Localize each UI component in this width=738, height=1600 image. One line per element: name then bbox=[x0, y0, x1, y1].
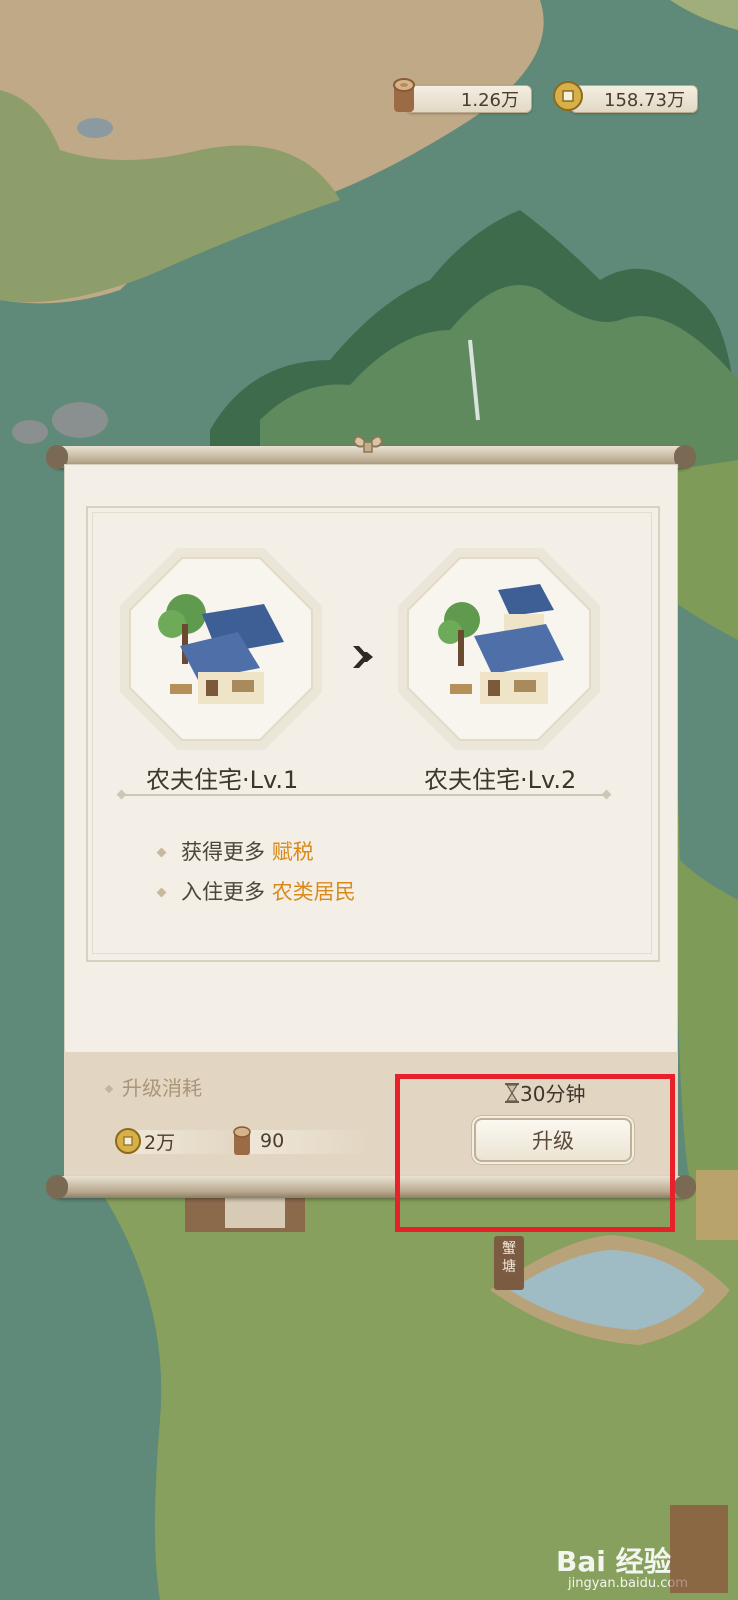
next-building-name: 农夫住宅·Lv.2 bbox=[424, 766, 577, 794]
bullet-icon bbox=[156, 887, 167, 898]
benefit-text: 入住更多 bbox=[181, 880, 272, 904]
pond-sign[interactable]: 蟹 塘 bbox=[494, 1236, 524, 1290]
cost-title: 升级消耗 bbox=[104, 1072, 202, 1101]
double-chevron-right-icon bbox=[351, 642, 377, 680]
cost-title-text: 升级消耗 bbox=[122, 1076, 202, 1100]
farmer-house-lv2-image bbox=[438, 584, 564, 704]
copper-coin-icon bbox=[115, 1128, 141, 1154]
wood-log-icon bbox=[393, 78, 415, 112]
copper-coin-icon bbox=[553, 81, 583, 111]
cost-coin-amount: 2万 bbox=[144, 1131, 176, 1154]
coin-amount: 158.73万 bbox=[604, 90, 685, 111]
bullet-icon bbox=[156, 847, 167, 858]
current-building-name: 农夫住宅·Lv.1 bbox=[146, 766, 299, 794]
scroll-knot-icon bbox=[352, 435, 384, 453]
farmer-house-lv1-image bbox=[158, 594, 284, 704]
watermark-brand: Bai 经验 bbox=[556, 1540, 672, 1580]
coin-resource[interactable]: 158.73万 bbox=[553, 81, 698, 116]
wood-log-icon bbox=[233, 1126, 251, 1155]
cost-wood: 90 bbox=[230, 1126, 380, 1156]
pond-sign-text: 蟹 塘 bbox=[502, 1241, 516, 1275]
corner-seal bbox=[670, 1505, 728, 1593]
watermark-brand-text: Bai 经验 bbox=[556, 1545, 672, 1578]
bullet-icon bbox=[104, 1084, 114, 1094]
current-building-card bbox=[116, 544, 326, 754]
divider bbox=[124, 794, 604, 796]
benefit-highlight: 农类居民 bbox=[271, 880, 356, 904]
wood-resource[interactable]: 1.26万 bbox=[392, 78, 532, 116]
benefit-text: 获得更多 bbox=[181, 840, 272, 864]
benefit-item: 获得更多 赋税 bbox=[156, 836, 314, 866]
next-building-card bbox=[394, 544, 604, 754]
benefit-item: 入住更多 农类居民 bbox=[156, 876, 356, 906]
wood-amount: 1.26万 bbox=[460, 90, 519, 111]
cost-wood-amount: 90 bbox=[260, 1130, 285, 1152]
annotation-highlight-box bbox=[395, 1074, 675, 1232]
benefit-highlight: 赋税 bbox=[271, 840, 314, 864]
